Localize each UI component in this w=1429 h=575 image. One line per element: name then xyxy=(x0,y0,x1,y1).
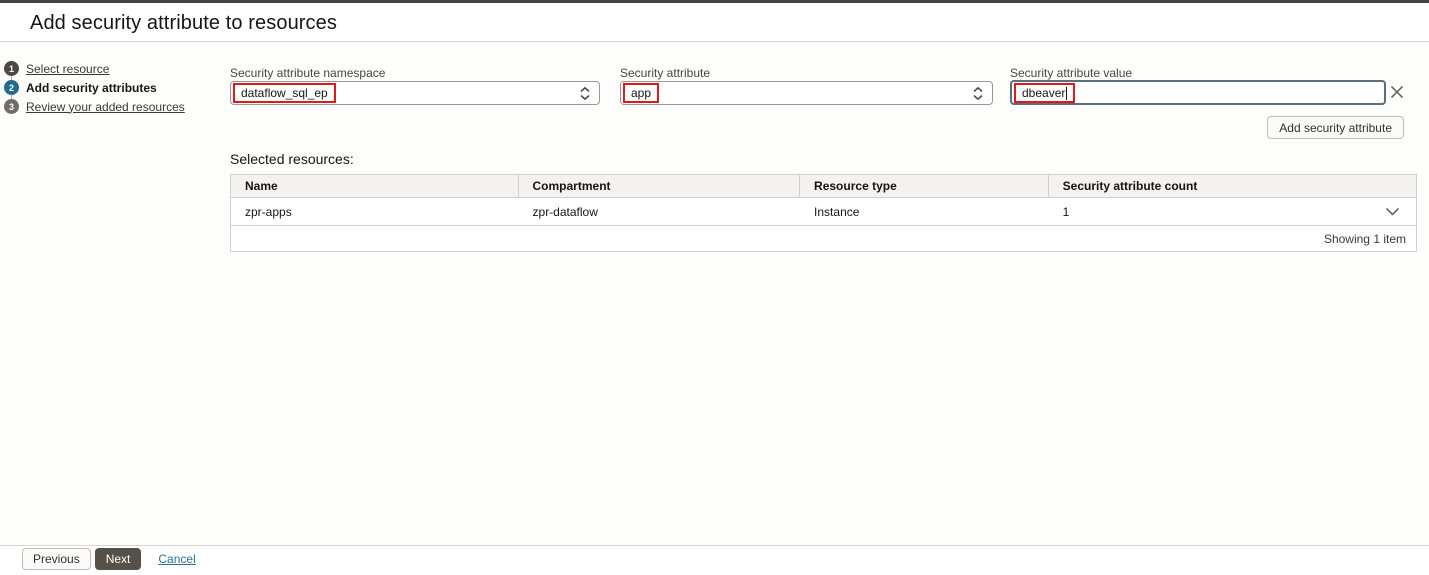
step-connector xyxy=(11,95,12,99)
column-header-name: Name xyxy=(231,175,519,197)
add-security-attribute-page: Add security attribute to resources 1 Se… xyxy=(0,0,1429,575)
namespace-select-value: dataflow_sql_ep xyxy=(241,86,328,100)
wizard-step-add-security-attributes: 2 Add security attributes xyxy=(4,76,185,95)
previous-button[interactable]: Previous xyxy=(22,548,91,570)
cell-name: zpr-apps xyxy=(245,204,292,219)
column-header-compartment: Compartment xyxy=(519,175,801,197)
step-2-circle: 2 xyxy=(4,80,19,95)
select-updown-icon[interactable] xyxy=(580,86,590,101)
footer-divider xyxy=(0,545,1429,575)
wizard-step-select-resource[interactable]: 1 Select resource xyxy=(4,61,185,76)
page-header: Add security attribute to resources xyxy=(0,3,1429,42)
step-1-circle: 1 xyxy=(4,61,19,76)
step-3-label[interactable]: Review your added resources xyxy=(26,100,185,114)
table-item-count: Showing 1 item xyxy=(1323,231,1406,246)
attribute-value-input[interactable]: dbeaver xyxy=(1010,80,1386,105)
attribute-value-label: Security attribute value xyxy=(1010,66,1133,80)
attribute-label: Security attribute xyxy=(620,66,711,80)
row-expand-cell xyxy=(1368,198,1416,225)
cancel-link[interactable]: Cancel xyxy=(158,552,195,566)
selected-resources-heading: Selected resources: xyxy=(230,151,354,167)
annotation-highlight-attribute: app xyxy=(623,83,660,103)
column-header-resource-type: Resource type xyxy=(800,175,1049,197)
step-2-label: Add security attributes xyxy=(26,80,157,95)
annotation-highlight-value: dbeaver xyxy=(1014,83,1076,103)
step-3-circle: 3 xyxy=(4,99,19,114)
add-security-attribute-button[interactable]: Add security attribute xyxy=(1267,116,1404,139)
step-connector xyxy=(11,76,12,80)
table-footer: Showing 1 item xyxy=(231,226,1416,251)
wizard-steps: 1 Select resource 2 Add security attribu… xyxy=(4,61,185,118)
table-row: zpr-apps zpr-dataflow Instance 1 xyxy=(231,198,1416,226)
step-1-label[interactable]: Select resource xyxy=(26,62,109,76)
cell-security-attribute-count: 1 xyxy=(1062,204,1070,219)
page-title: Add security attribute to resources xyxy=(30,12,337,34)
cell-compartment: zpr-dataflow xyxy=(532,204,598,219)
attribute-select-value: app xyxy=(631,86,652,100)
attribute-value-text: dbeaver xyxy=(1022,86,1066,100)
table-header-row: Name Compartment Resource type Security … xyxy=(231,175,1416,198)
annotation-highlight-namespace: dataflow_sql_ep xyxy=(233,83,336,103)
clear-value-icon[interactable] xyxy=(1390,85,1404,99)
namespace-select[interactable]: dataflow_sql_ep xyxy=(230,81,600,105)
row-expand-chevron-down-icon[interactable] xyxy=(1368,198,1416,225)
wizard-step-review-added-resources[interactable]: 3 Review your added resources xyxy=(4,95,185,114)
text-caret xyxy=(1066,86,1068,100)
namespace-label: Security attribute namespace xyxy=(230,66,386,80)
selected-resources-table: Name Compartment Resource type Security … xyxy=(230,174,1417,252)
next-button[interactable]: Next xyxy=(94,548,142,570)
cell-resource-type: Instance xyxy=(814,204,860,219)
footer-action-bar: Previous Next Cancel xyxy=(22,548,196,570)
attribute-select[interactable]: app xyxy=(620,81,993,105)
select-updown-icon[interactable] xyxy=(973,86,983,101)
column-header-security-attribute-count: Security attribute count xyxy=(1062,179,1198,193)
